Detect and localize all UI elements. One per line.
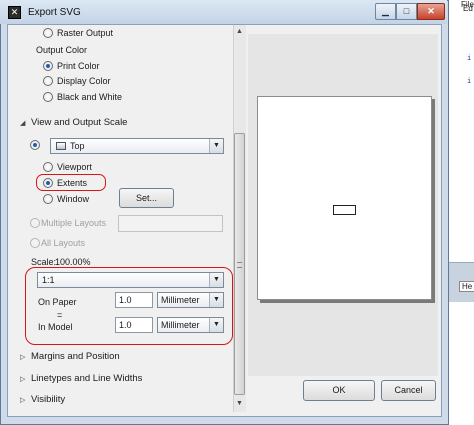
preview-extents-rectangle (333, 205, 356, 215)
cancel-button[interactable]: Cancel (381, 380, 436, 401)
close-button[interactable]: ✕ (417, 3, 445, 20)
expand-triangle-icon[interactable]: ▷ (20, 353, 25, 361)
ok-button[interactable]: OK (303, 380, 375, 401)
black-white-label: Black and White (57, 92, 123, 102)
scrollbar-grip-icon (237, 262, 242, 268)
rhino-app-icon: ✕ (8, 6, 21, 19)
black-white-radio[interactable] (43, 92, 53, 102)
expand-triangle-icon[interactable]: ▷ (20, 396, 25, 404)
viewport-dropdown[interactable]: Top ▼ (50, 138, 224, 154)
edit-menu[interactable]: Ed (463, 4, 473, 13)
viewport-selection-radio[interactable] (30, 140, 40, 150)
all-layouts-label: All Layouts (41, 238, 86, 248)
all-layouts-radio[interactable] (30, 238, 40, 248)
window-label: Window (57, 194, 90, 204)
multiple-layouts-field[interactable] (118, 215, 223, 232)
preview-page (257, 96, 432, 300)
background-editor: File i i (447, 0, 474, 425)
chevron-down-icon: ▼ (209, 139, 223, 153)
scroll-down-icon[interactable]: ▼ (233, 397, 246, 411)
window-radio[interactable] (43, 194, 53, 204)
background-tab[interactable]: He (459, 281, 474, 292)
viewport-radio[interactable] (43, 162, 53, 172)
code-line: i (467, 78, 472, 86)
viewport-dropdown-value: Top (70, 141, 85, 151)
scale-label: Scale: (31, 257, 57, 267)
background-panel-tabs: He (447, 262, 474, 302)
display-color-radio[interactable] (43, 76, 53, 86)
minimize-icon: ▁ (382, 6, 389, 16)
multiple-layouts-label: Multiple Layouts (41, 218, 107, 228)
collapse-triangle-icon[interactable]: ◢ (20, 119, 25, 127)
viewport-label: Viewport (57, 162, 92, 172)
view-output-scale-heading[interactable]: View and Output Scale (31, 117, 127, 128)
print-color-label: Print Color (57, 61, 100, 71)
display-color-label: Display Color (57, 76, 111, 86)
raster-output-radio[interactable] (43, 28, 53, 38)
dialog-title: Export SVG (28, 7, 81, 18)
output-color-heading: Output Color (36, 45, 88, 55)
close-icon: ✕ (427, 6, 435, 16)
print-color-radio[interactable] (43, 61, 53, 71)
scale-value: 100.00% (55, 257, 91, 267)
multiple-layouts-radio[interactable] (30, 218, 40, 228)
visibility-heading[interactable]: Visibility (31, 394, 65, 405)
code-line: i (467, 55, 472, 63)
scroll-up-icon[interactable]: ▲ (233, 25, 246, 39)
red-annotation-scale (25, 267, 233, 345)
red-annotation-extents (36, 174, 106, 191)
maximize-icon: □ (403, 6, 410, 16)
minimize-button[interactable]: ▁ (375, 3, 396, 20)
raster-output-label: Raster Output (57, 28, 114, 38)
set-window-button[interactable]: Set... (119, 188, 174, 208)
expand-triangle-icon[interactable]: ▷ (20, 375, 25, 383)
margins-position-heading[interactable]: Margins and Position (31, 351, 120, 362)
linetypes-heading[interactable]: Linetypes and Line Widths (31, 373, 142, 384)
maximize-button[interactable]: □ (396, 3, 417, 20)
viewport-grid-icon (56, 142, 66, 150)
